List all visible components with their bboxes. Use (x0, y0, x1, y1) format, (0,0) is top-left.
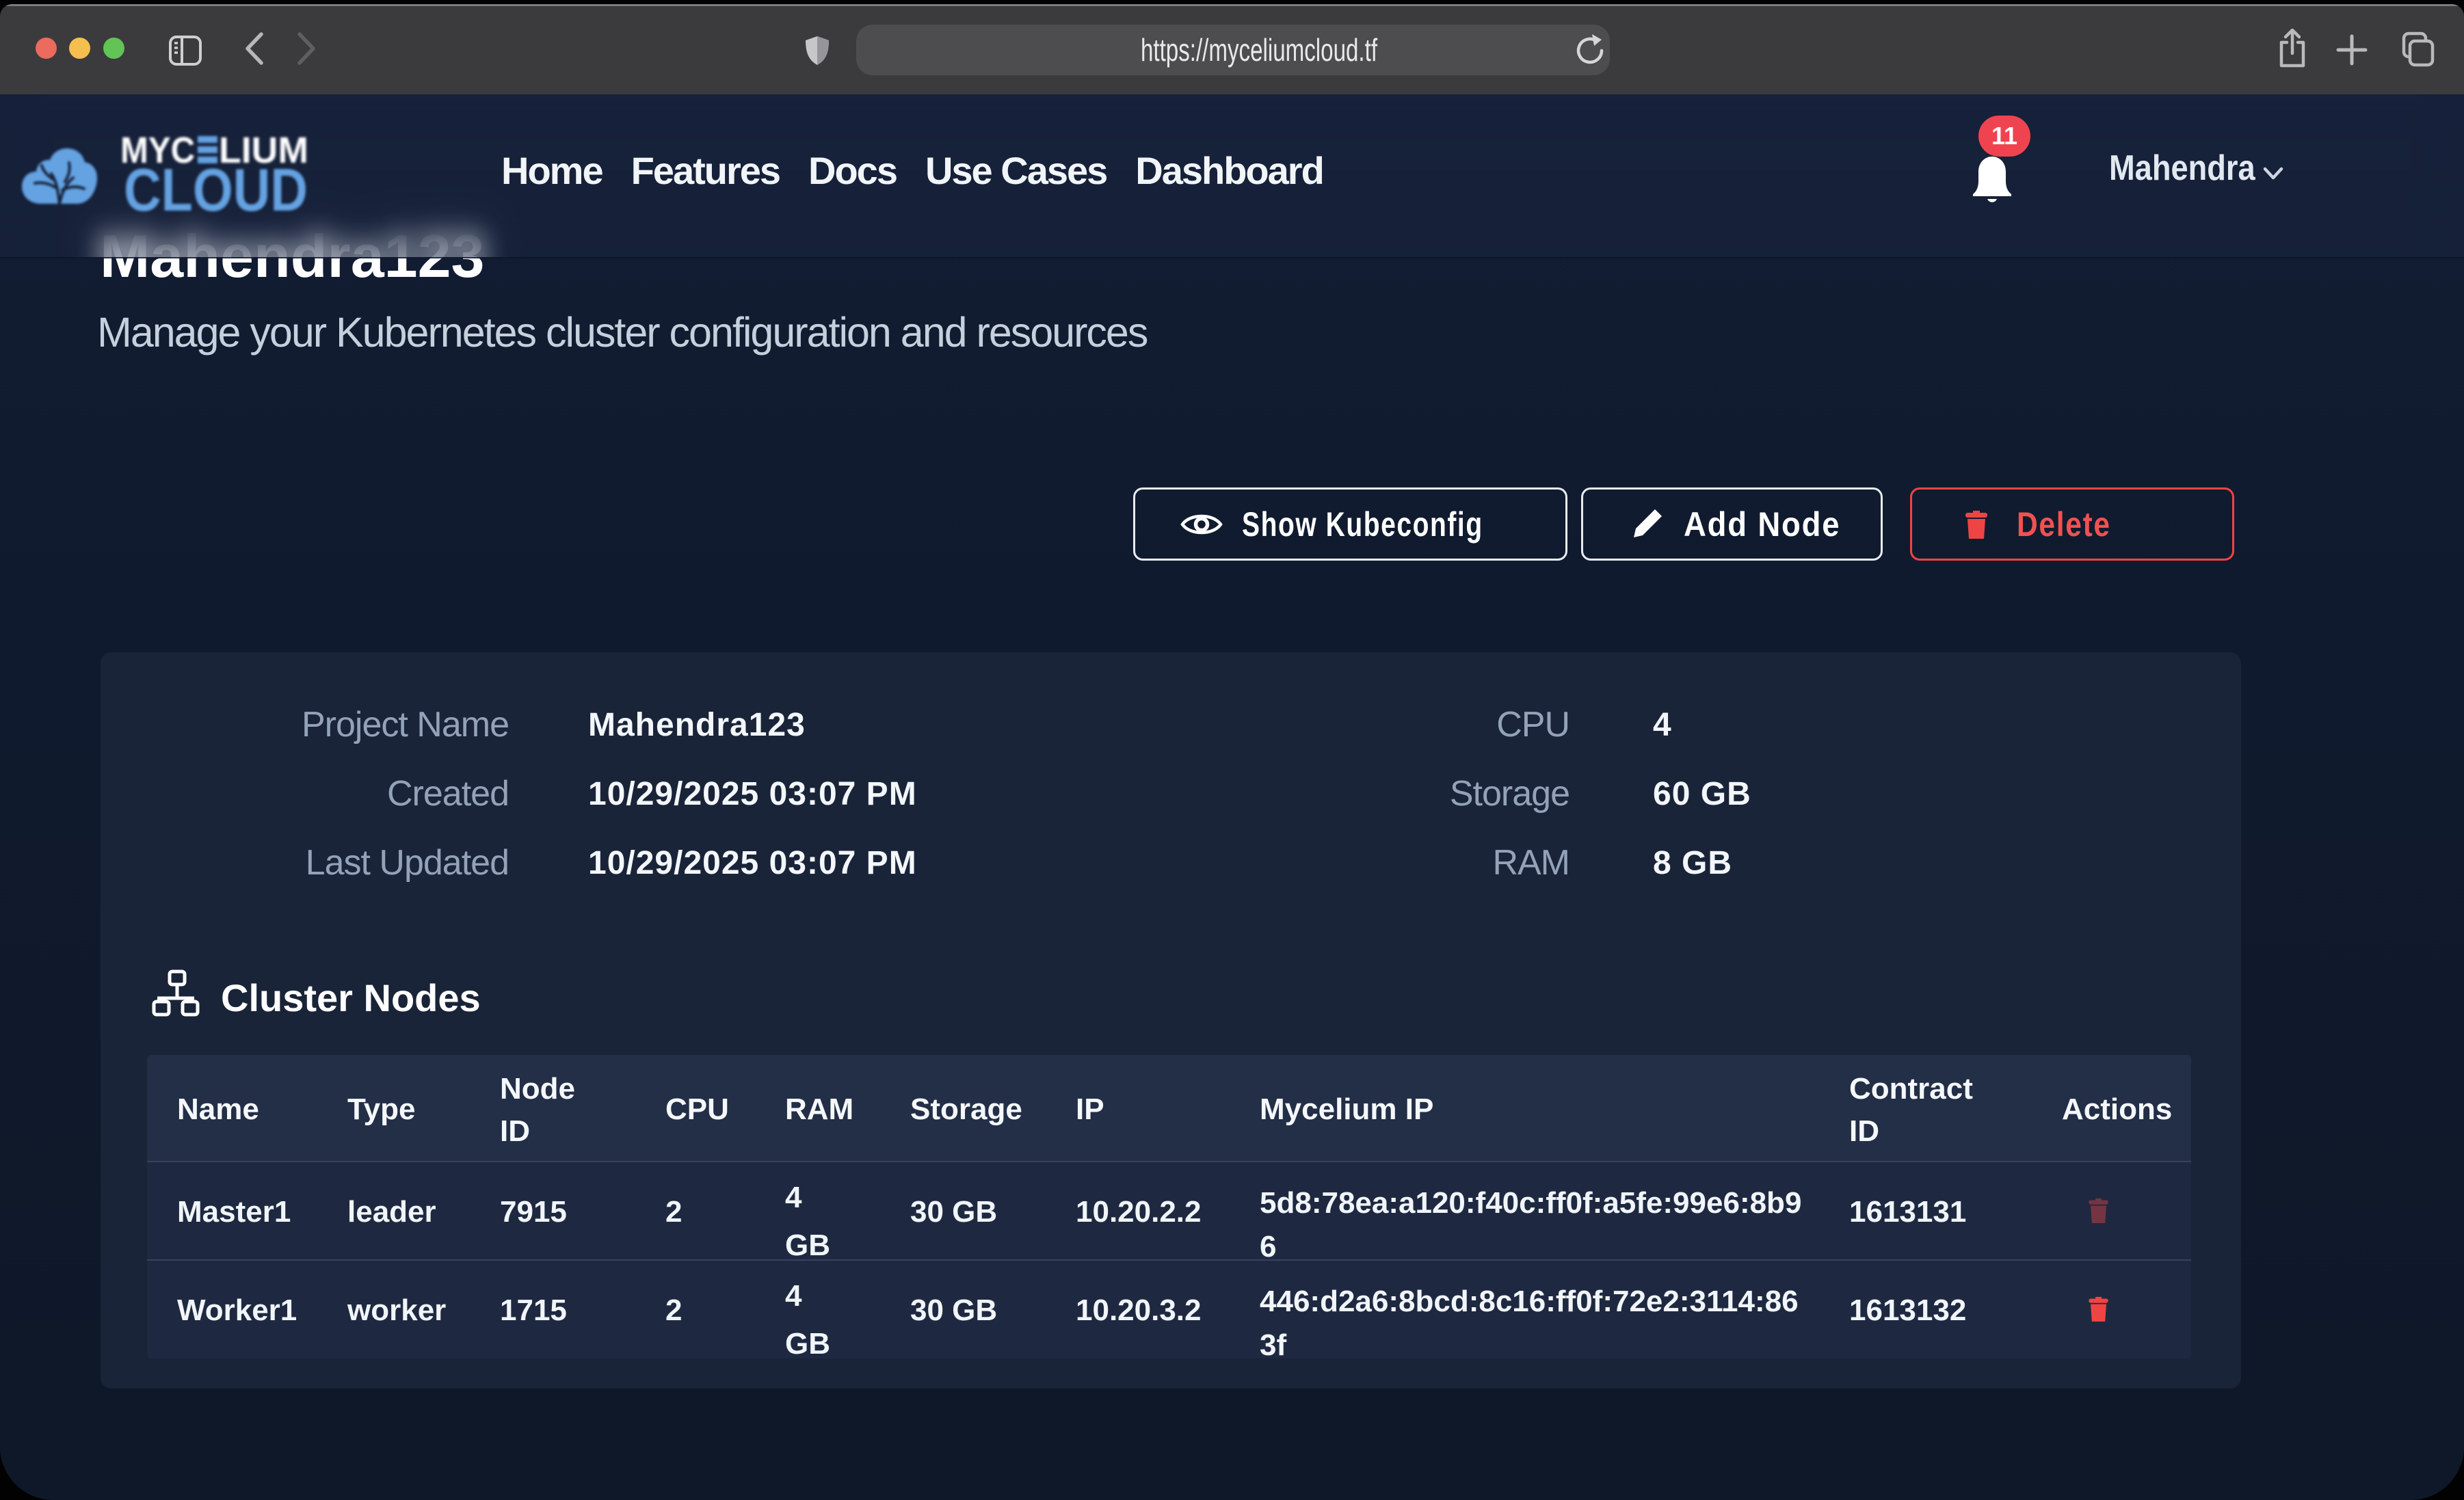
svg-text:CLOUD: CLOUD (124, 156, 308, 215)
